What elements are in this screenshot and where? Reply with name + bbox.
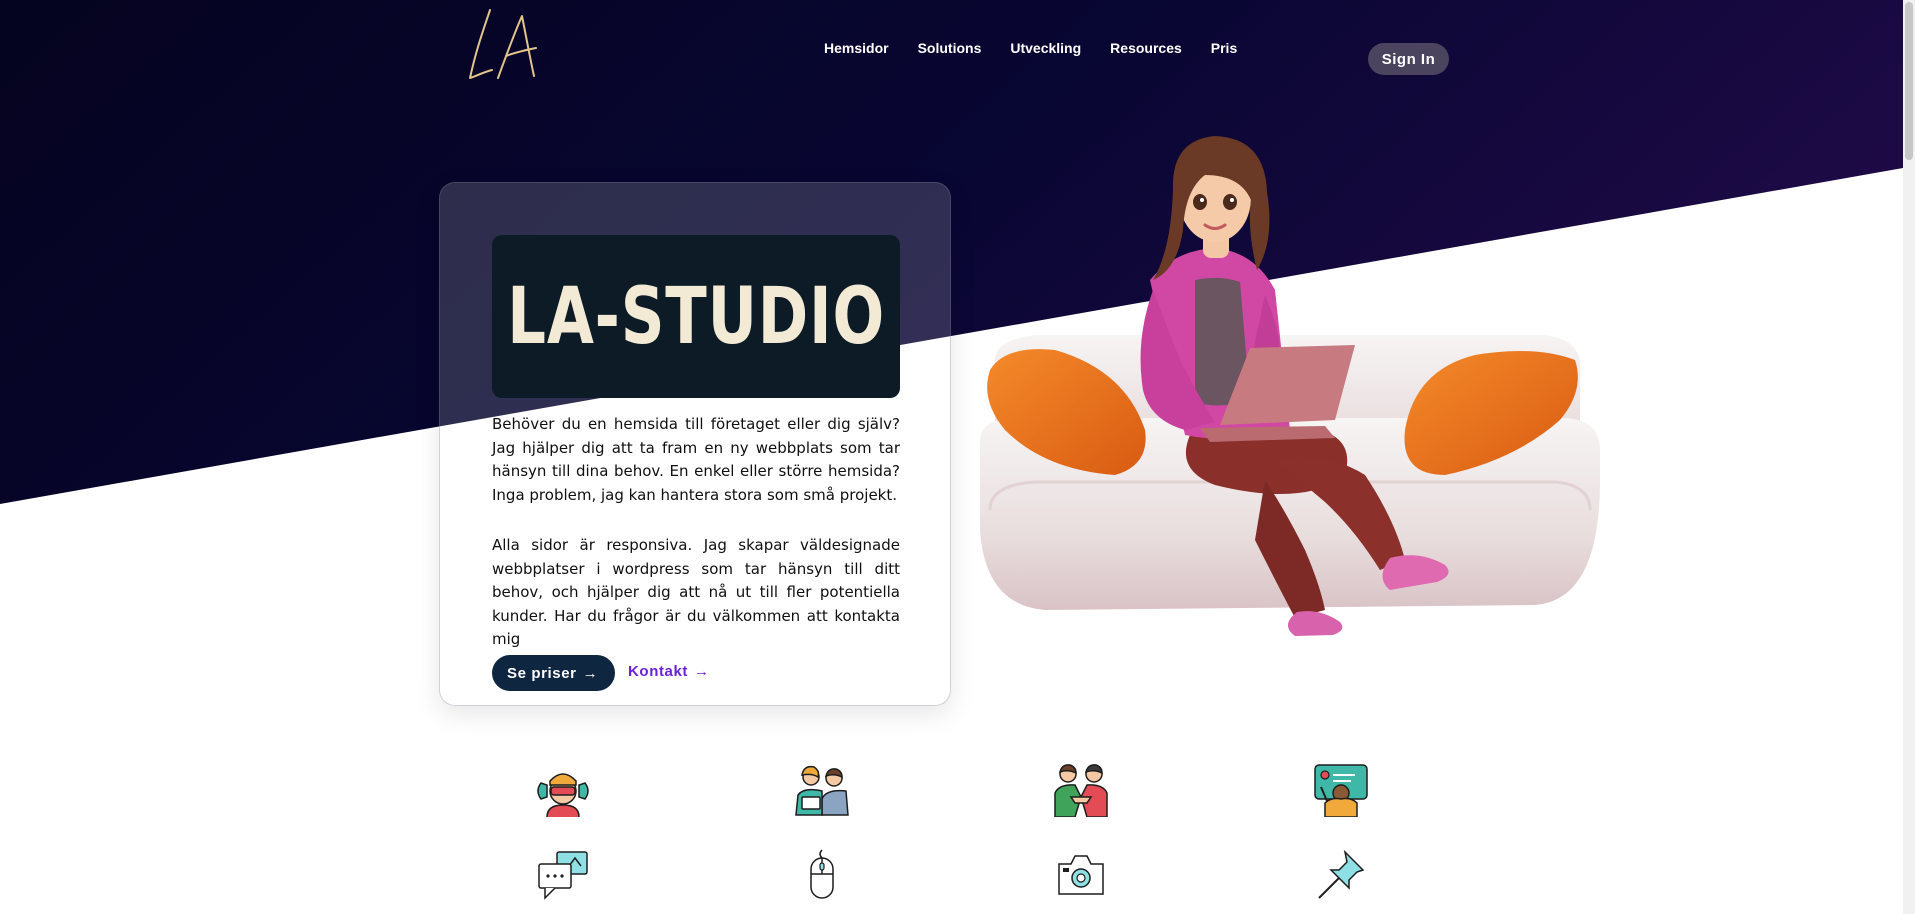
hero-paragraph-1: Behöver du en hemsida till företaget ell… [492,415,900,504]
camera-icon [1058,855,1104,895]
nav-item-pris[interactable]: Pris [1211,38,1237,58]
hero-illustration [980,136,1600,636]
hero-background [0,0,1903,504]
presenter-board-icon [1314,764,1368,817]
computer-mouse-icon [810,849,834,899]
contact-link[interactable]: Kontakt → [628,663,710,680]
hero-paragraph-2: Alla sidor är responsiva. Jag skapar väl… [492,536,900,648]
see-prices-button[interactable]: Se priser → [492,655,616,691]
scrollbar-thumb[interactable] [1905,2,1913,160]
vr-headset-person-icon [537,773,589,817]
brand-logo[interactable] [462,6,542,86]
contact-label: Kontakt [628,663,689,680]
push-pin-icon [1318,849,1365,899]
nav-item-resources[interactable]: Resources [1110,38,1182,58]
page-scrollbar[interactable] [1903,0,1915,914]
main-navigation: Hemsidor Solutions Utveckling Resources … [824,40,1237,68]
nav-item-hemsidor[interactable]: Hemsidor [824,38,889,58]
chat-bubbles-icon [538,851,588,900]
online-meeting-icon [795,765,849,816]
see-prices-label: Se priser [507,664,577,682]
arrow-right-icon: → [694,663,710,680]
nav-item-utveckling[interactable]: Utveckling [1010,38,1081,58]
sign-in-button[interactable]: Sign In [1368,43,1449,75]
studio-banner: LA-STUDIO [492,235,900,398]
handshake-icon [1054,764,1108,817]
hero-card: LA-STUDIO Behöver du en hemsida till för… [439,182,951,706]
arrow-right-icon: → [582,664,599,682]
nav-item-solutions[interactable]: Solutions [918,38,982,58]
banner-title: LA-STUDIO [507,271,885,362]
